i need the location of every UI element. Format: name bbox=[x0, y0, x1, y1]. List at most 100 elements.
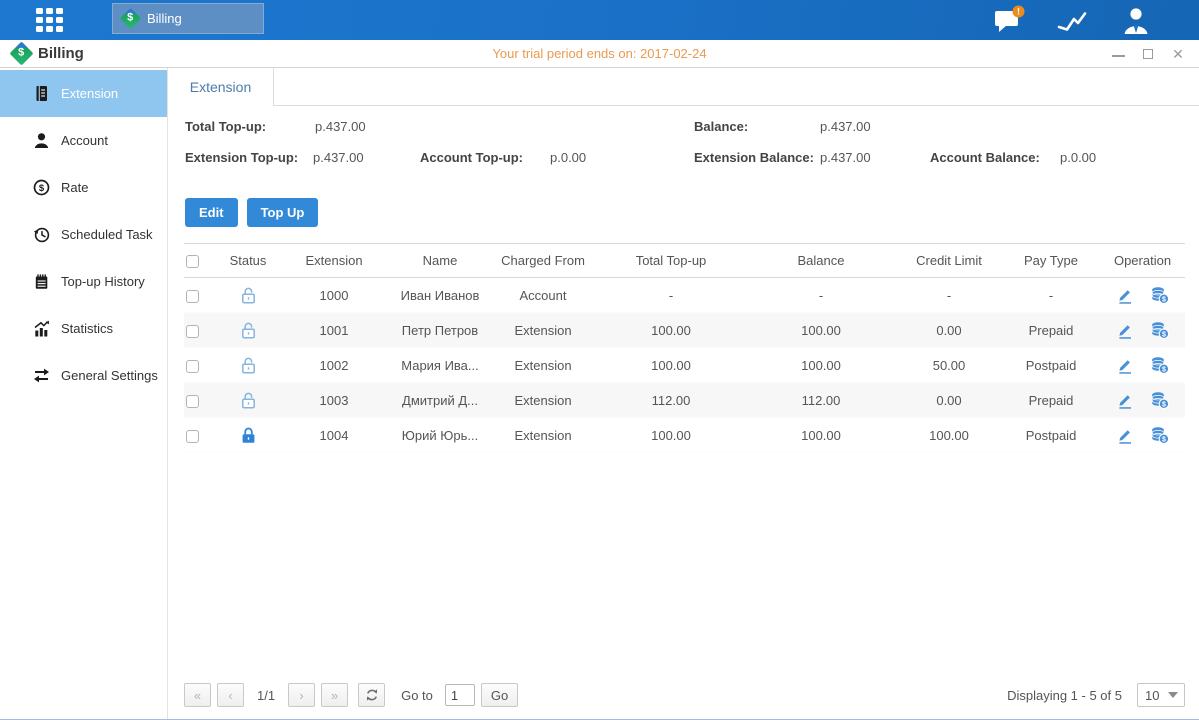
svg-text:$: $ bbox=[1162, 436, 1166, 443]
top-up-row-button[interactable]: $ bbox=[1150, 356, 1169, 374]
topbar-tab-billing[interactable]: $ Billing bbox=[112, 3, 264, 34]
refresh-button[interactable] bbox=[358, 683, 385, 707]
notification-badge: ! bbox=[1017, 7, 1020, 17]
name-cell: Дмитрий Д... bbox=[390, 393, 490, 408]
page-indicator: 1/1 bbox=[257, 688, 275, 703]
sidebar-item-account[interactable]: Account bbox=[0, 117, 167, 164]
table-row[interactable]: 1002 Мария Ива... Extension 100.00 100.0… bbox=[184, 348, 1185, 383]
edit-row-button[interactable] bbox=[1116, 391, 1134, 409]
edit-button[interactable]: Edit bbox=[185, 198, 238, 227]
name-cell: Мария Ива... bbox=[390, 358, 490, 373]
top-up-row-button[interactable]: $ bbox=[1150, 286, 1169, 304]
goto-page-input[interactable] bbox=[445, 684, 475, 706]
sidebar: Extension Account $ Rate Scheduled Task bbox=[0, 68, 168, 719]
column-header-credit-limit: Credit Limit bbox=[896, 253, 1002, 268]
extension-topup-value: p.437.00 bbox=[313, 150, 364, 165]
sidebar-item-general-settings[interactable]: General Settings bbox=[0, 352, 167, 399]
operation-cell: $ bbox=[1100, 426, 1185, 444]
pay-type-cell: Prepaid bbox=[1002, 323, 1100, 338]
pay-type-cell: Prepaid bbox=[1002, 393, 1100, 408]
window-header: $ Billing Your trial period ends on: 201… bbox=[0, 40, 1199, 68]
billing-logo-icon: $ bbox=[9, 41, 33, 65]
sidebar-item-statistics[interactable]: Statistics bbox=[0, 305, 167, 352]
extension-topup-label: Extension Top-up: bbox=[185, 150, 298, 165]
account-topup-label: Account Top-up: bbox=[420, 150, 523, 165]
charged-from-cell: Extension bbox=[490, 428, 596, 443]
next-page-button[interactable]: › bbox=[288, 683, 315, 707]
name-cell: Петр Петров bbox=[390, 323, 490, 338]
go-button[interactable]: Go bbox=[481, 683, 518, 707]
top-up-row-button[interactable]: $ bbox=[1150, 391, 1169, 409]
tab-strip: Extension bbox=[168, 68, 1199, 106]
page-size-select[interactable]: 10 bbox=[1137, 683, 1185, 707]
sidebar-item-label: Account bbox=[61, 133, 108, 148]
total-topup-value: p.437.00 bbox=[315, 119, 366, 134]
toolbar: Edit Top Up bbox=[185, 198, 1199, 227]
sidebar-item-rate[interactable]: $ Rate bbox=[0, 164, 167, 211]
minimize-button[interactable] bbox=[1111, 47, 1125, 61]
top-up-button[interactable]: Top Up bbox=[247, 198, 319, 227]
credit-limit-cell: - bbox=[896, 288, 1002, 303]
top-up-coins-icon: $ bbox=[1150, 391, 1169, 409]
sidebar-item-label: Rate bbox=[61, 180, 88, 195]
maximize-button[interactable] bbox=[1141, 47, 1155, 61]
charged-from-cell: Extension bbox=[490, 358, 596, 373]
select-all-checkbox[interactable] bbox=[186, 255, 199, 268]
balance-label: Balance: bbox=[694, 119, 748, 134]
extension-cell: 1003 bbox=[278, 393, 390, 408]
row-checkbox[interactable] bbox=[186, 395, 199, 408]
extensions-table: Status Extension Name Charged From Total… bbox=[184, 243, 1185, 453]
account-topup-value: p.0.00 bbox=[550, 150, 586, 165]
edit-pencil-icon bbox=[1116, 356, 1134, 374]
lock-open-icon bbox=[240, 286, 257, 305]
svg-text:$: $ bbox=[1162, 296, 1166, 303]
total-topup-cell: 100.00 bbox=[596, 428, 746, 443]
top-up-row-button[interactable]: $ bbox=[1150, 321, 1169, 339]
app-launcher-icon[interactable] bbox=[36, 8, 68, 32]
prev-page-button[interactable]: ‹ bbox=[217, 683, 244, 707]
sidebar-item-label: General Settings bbox=[61, 368, 158, 383]
top-up-row-button[interactable]: $ bbox=[1150, 426, 1169, 444]
credit-limit-cell: 0.00 bbox=[896, 323, 1002, 338]
sidebar-item-scheduled-task[interactable]: Scheduled Task bbox=[0, 211, 167, 258]
top-up-coins-icon: $ bbox=[1150, 286, 1169, 304]
row-checkbox[interactable] bbox=[186, 290, 199, 303]
svg-text:$: $ bbox=[1162, 331, 1166, 338]
row-checkbox[interactable] bbox=[186, 430, 199, 443]
first-page-button[interactable]: « bbox=[184, 683, 211, 707]
table-row[interactable]: 1003 Дмитрий Д... Extension 112.00 112.0… bbox=[184, 383, 1185, 418]
pagination-bar: « ‹ 1/1 › » Go to Go Displaying 1 bbox=[184, 683, 1185, 707]
total-topup-cell: - bbox=[596, 288, 746, 303]
main-content: Extension Total Top-up: p.437.00 Balance… bbox=[168, 68, 1199, 719]
name-cell: Иван Иванов bbox=[390, 288, 490, 303]
sidebar-item-extension[interactable]: Extension bbox=[0, 70, 167, 117]
person-icon bbox=[32, 132, 50, 149]
table-row[interactable]: 1000 Иван Иванов Account - - - - bbox=[184, 278, 1185, 313]
balance-cell: 100.00 bbox=[746, 323, 896, 338]
table-row[interactable]: 1004 Юрий Юрь... Extension 100.00 100.00… bbox=[184, 418, 1185, 453]
column-header-charged-from: Charged From bbox=[490, 253, 596, 268]
reports-icon[interactable] bbox=[1055, 5, 1089, 35]
table-row[interactable]: 1001 Петр Петров Extension 100.00 100.00… bbox=[184, 313, 1185, 348]
last-page-button[interactable]: » bbox=[321, 683, 348, 707]
topbar-tab-label: Billing bbox=[147, 11, 182, 26]
summary-panel: Total Top-up: p.437.00 Balance: p.437.00… bbox=[168, 106, 1199, 192]
edit-row-button[interactable] bbox=[1116, 321, 1134, 339]
window-controls: ✕ bbox=[1111, 40, 1185, 68]
column-header-operation: Operation bbox=[1100, 253, 1185, 268]
sidebar-item-topup-history[interactable]: Top-up History bbox=[0, 258, 167, 305]
tab-extension[interactable]: Extension bbox=[168, 68, 274, 106]
user-icon[interactable] bbox=[1119, 5, 1153, 35]
row-checkbox[interactable] bbox=[186, 360, 199, 373]
balance-cell: - bbox=[746, 288, 896, 303]
pay-type-cell: - bbox=[1002, 288, 1100, 303]
edit-row-button[interactable] bbox=[1116, 286, 1134, 304]
edit-row-button[interactable] bbox=[1116, 426, 1134, 444]
top-up-coins-icon: $ bbox=[1150, 321, 1169, 339]
credit-limit-cell: 50.00 bbox=[896, 358, 1002, 373]
close-button[interactable]: ✕ bbox=[1171, 47, 1185, 61]
balance-cell: 100.00 bbox=[746, 428, 896, 443]
row-checkbox[interactable] bbox=[186, 325, 199, 338]
notifications-icon[interactable]: ! bbox=[991, 5, 1025, 35]
edit-row-button[interactable] bbox=[1116, 356, 1134, 374]
